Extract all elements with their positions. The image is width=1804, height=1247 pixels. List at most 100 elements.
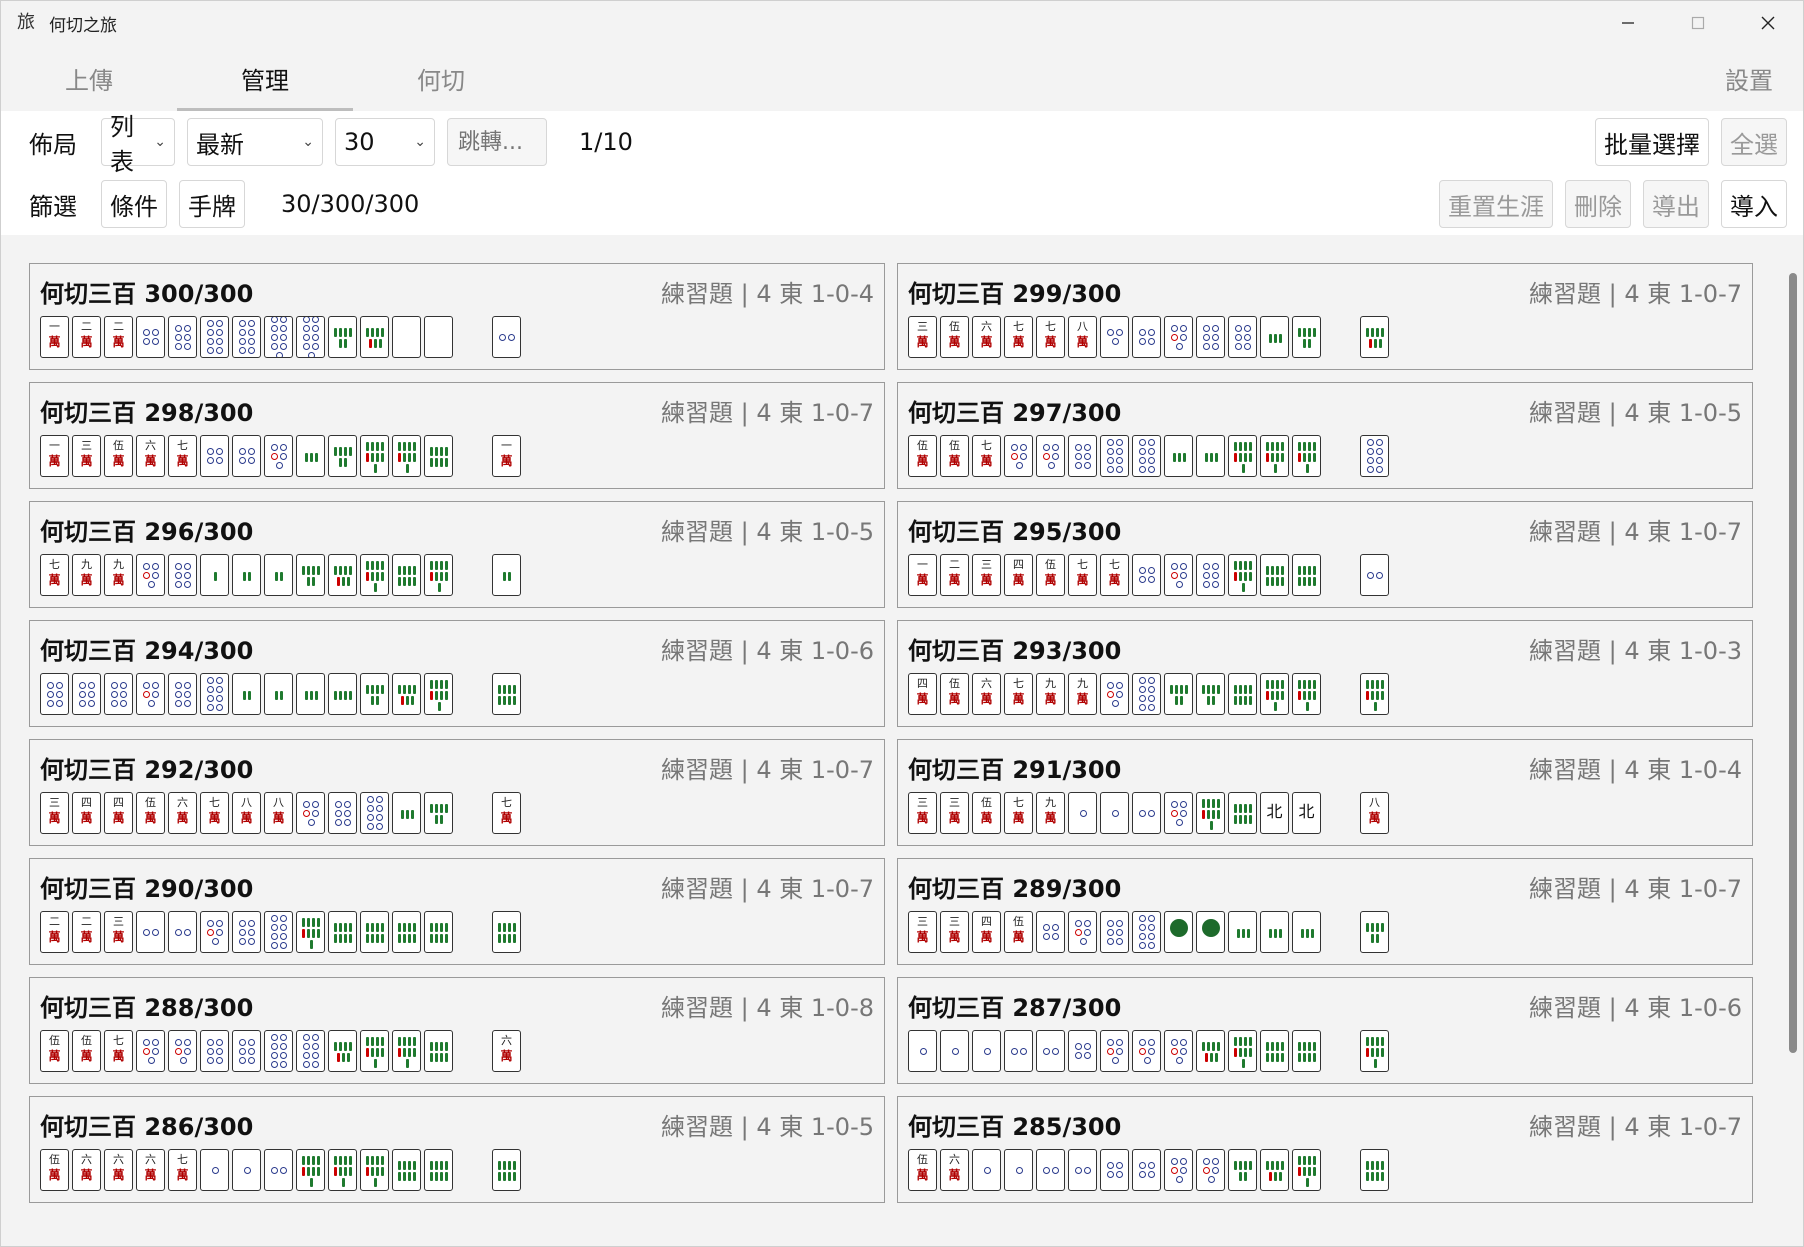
minimize-button[interactable] bbox=[1593, 1, 1663, 45]
problem-title: 何切三百 299/300 bbox=[908, 280, 1122, 308]
pin-tile-icon bbox=[200, 911, 229, 953]
pin-tile-icon bbox=[1360, 554, 1389, 596]
problem-card[interactable]: 何切三百 296/300 練習題 | 4 東 1-0-5 七萬九萬九萬 bbox=[29, 501, 885, 608]
sou-tile-icon bbox=[1360, 1149, 1389, 1191]
problem-card[interactable]: 何切三百 292/300 練習題 | 4 東 1-0-7 三萬四萬四萬伍萬六萬七萬八… bbox=[29, 739, 885, 846]
man-tile-icon: 七萬 bbox=[168, 435, 197, 477]
batch-select-button[interactable]: 批量選擇 bbox=[1595, 118, 1709, 166]
sou-tile-icon bbox=[328, 316, 357, 358]
sou-tile-icon bbox=[328, 1149, 357, 1191]
problem-card[interactable]: 何切三百 286/300 練習題 | 4 東 1-0-5 伍萬六萬六萬六萬七萬 bbox=[29, 1096, 885, 1203]
pin-tile-icon bbox=[1036, 1149, 1065, 1191]
close-button[interactable] bbox=[1733, 1, 1803, 45]
pin-tile-icon bbox=[232, 1149, 261, 1191]
sou-tile-icon bbox=[360, 673, 389, 715]
problem-grid: 何切三百 300/300 練習題 | 4 東 1-0-4 一萬二萬二萬何切三百 29… bbox=[29, 263, 1755, 1203]
sou-tile-icon bbox=[360, 316, 389, 358]
sou-tile-icon bbox=[492, 911, 521, 953]
sou-tile-icon bbox=[1260, 554, 1289, 596]
sou-tile-icon bbox=[328, 435, 357, 477]
export-button[interactable]: 導出 bbox=[1643, 180, 1709, 228]
select-all-button[interactable]: 全選 bbox=[1721, 118, 1787, 166]
problem-card[interactable]: 何切三百 288/300 練習題 | 4 東 1-0-8 伍萬伍萬七萬 六萬 bbox=[29, 977, 885, 1084]
hand-tiles: 一萬二萬三萬四萬伍萬七萬七萬 bbox=[908, 552, 1392, 596]
layout-select[interactable]: 列表 ⌄ bbox=[101, 113, 175, 176]
man-tile-icon: 七萬 bbox=[40, 554, 69, 596]
pin-tile-icon bbox=[1164, 1149, 1193, 1191]
problem-card[interactable]: 何切三百 297/300 練習題 | 4 東 1-0-5 伍萬伍萬七萬 bbox=[897, 382, 1753, 489]
pin-tile-icon bbox=[296, 792, 325, 834]
problem-card[interactable]: 何切三百 290/300 練習題 | 4 東 1-0-7 二萬二萬三萬 bbox=[29, 858, 885, 965]
hand-tiles: 伍萬六萬六萬六萬七萬 bbox=[40, 1147, 524, 1191]
pin-tile-icon bbox=[264, 316, 293, 358]
man-tile-icon: 六萬 bbox=[492, 1030, 521, 1072]
man-tile-icon: 三萬 bbox=[908, 316, 937, 358]
problem-title: 何切三百 296/300 bbox=[40, 518, 254, 546]
pin-tile-icon bbox=[1068, 1149, 1097, 1191]
hand-tiles: 三萬三萬四萬伍萬 bbox=[908, 909, 1392, 953]
hand-tiles: 伍萬伍萬七萬 六萬 bbox=[40, 1028, 524, 1072]
problem-card[interactable]: 何切三百 299/300 練習題 | 4 東 1-0-7 三萬伍萬六萬七萬七萬八萬 bbox=[897, 263, 1753, 370]
problem-card[interactable]: 何切三百 293/300 練習題 | 4 東 1-0-3 四萬伍萬六萬七萬九萬九萬 bbox=[897, 620, 1753, 727]
man-tile-icon: 七萬 bbox=[104, 1030, 133, 1072]
hand-tiles: 三萬三萬伍萬七萬九萬北北八萬 bbox=[908, 790, 1392, 834]
man-tile-icon: 伍萬 bbox=[1004, 911, 1033, 953]
delete-button[interactable]: 刪除 bbox=[1565, 180, 1631, 228]
sou-tile-icon bbox=[492, 673, 521, 715]
problem-meta: 練習題 | 4 東 1-0-4 bbox=[1529, 756, 1742, 784]
jump-input[interactable] bbox=[447, 118, 547, 166]
pin-tile-icon bbox=[1036, 435, 1065, 477]
problem-card[interactable]: 何切三百 294/300 練習題 | 4 東 1-0-6 bbox=[29, 620, 885, 727]
scrollbar[interactable] bbox=[1789, 273, 1797, 1053]
pin-tile-icon bbox=[1196, 1149, 1225, 1191]
white-dragon-tile-icon bbox=[424, 316, 453, 358]
tab-upload[interactable]: 上傳 bbox=[1, 45, 177, 111]
page-size-select[interactable]: 30 ⌄ bbox=[335, 118, 435, 166]
tab-manage[interactable]: 管理 bbox=[177, 45, 353, 111]
sou-tile-icon bbox=[1228, 435, 1257, 477]
reset-career-button[interactable]: 重置生涯 bbox=[1439, 180, 1553, 228]
man-tile-icon: 一萬 bbox=[908, 554, 937, 596]
window-title: 何切之旅 bbox=[49, 15, 117, 36]
problem-card[interactable]: 何切三百 287/300 練習題 | 4 東 1-0-6 bbox=[897, 977, 1753, 1084]
pin-tile-icon bbox=[200, 1030, 229, 1072]
tab-what-to-discard[interactable]: 何切 bbox=[353, 45, 529, 111]
problem-card[interactable]: 何切三百 300/300 練習題 | 4 東 1-0-4 一萬二萬二萬 bbox=[29, 263, 885, 370]
chevron-down-icon: ⌄ bbox=[154, 134, 166, 150]
sou-tile-icon bbox=[424, 673, 453, 715]
hand-button[interactable]: 手牌 bbox=[179, 180, 245, 228]
problem-card[interactable]: 何切三百 295/300 練習題 | 4 東 1-0-7 一萬二萬三萬四萬伍萬七萬七… bbox=[897, 501, 1753, 608]
flower-tile-icon bbox=[1164, 911, 1193, 953]
sou-tile-icon bbox=[492, 554, 521, 596]
problem-card[interactable]: 何切三百 291/300 練習題 | 4 東 1-0-4 三萬三萬伍萬七萬九萬北北八… bbox=[897, 739, 1753, 846]
pin-tile-icon bbox=[1164, 792, 1193, 834]
tab-settings[interactable]: 設置 bbox=[1725, 45, 1773, 111]
man-tile-icon: 伍萬 bbox=[972, 792, 1001, 834]
man-tile-icon: 七萬 bbox=[168, 1149, 197, 1191]
problem-meta: 練習題 | 4 東 1-0-5 bbox=[661, 518, 874, 546]
sou-tile-icon bbox=[1360, 316, 1389, 358]
man-tile-icon: 伍萬 bbox=[940, 435, 969, 477]
sou-tile-icon bbox=[424, 911, 453, 953]
pin-tile-icon bbox=[1068, 1030, 1097, 1072]
condition-button[interactable]: 條件 bbox=[101, 180, 167, 228]
import-button[interactable]: 導入 bbox=[1721, 180, 1787, 228]
pin-tile-icon bbox=[136, 1030, 165, 1072]
man-tile-icon: 一萬 bbox=[492, 435, 521, 477]
sou-tile-icon bbox=[296, 673, 325, 715]
man-tile-icon: 二萬 bbox=[40, 911, 69, 953]
sou-tile-icon bbox=[1260, 316, 1289, 358]
sou-tile-icon bbox=[392, 673, 421, 715]
problem-card[interactable]: 何切三百 298/300 練習題 | 4 東 1-0-7 一萬三萬伍萬六萬七萬一萬 bbox=[29, 382, 885, 489]
hand-tiles bbox=[908, 1028, 1392, 1072]
problem-meta: 練習題 | 4 東 1-0-3 bbox=[1529, 637, 1742, 665]
sort-select[interactable]: 最新 ⌄ bbox=[187, 118, 323, 166]
problem-card[interactable]: 何切三百 285/300 練習題 | 4 東 1-0-7 伍萬六萬 bbox=[897, 1096, 1753, 1203]
problem-meta: 練習題 | 4 東 1-0-6 bbox=[661, 637, 874, 665]
sou-tile-icon bbox=[1228, 1030, 1257, 1072]
problem-card[interactable]: 何切三百 289/300 練習題 | 4 東 1-0-7 三萬三萬四萬伍萬 bbox=[897, 858, 1753, 965]
man-tile-icon: 伍萬 bbox=[1036, 554, 1065, 596]
pin-tile-icon bbox=[1068, 792, 1097, 834]
man-tile-icon: 九萬 bbox=[1036, 792, 1065, 834]
maximize-button[interactable] bbox=[1663, 1, 1733, 45]
